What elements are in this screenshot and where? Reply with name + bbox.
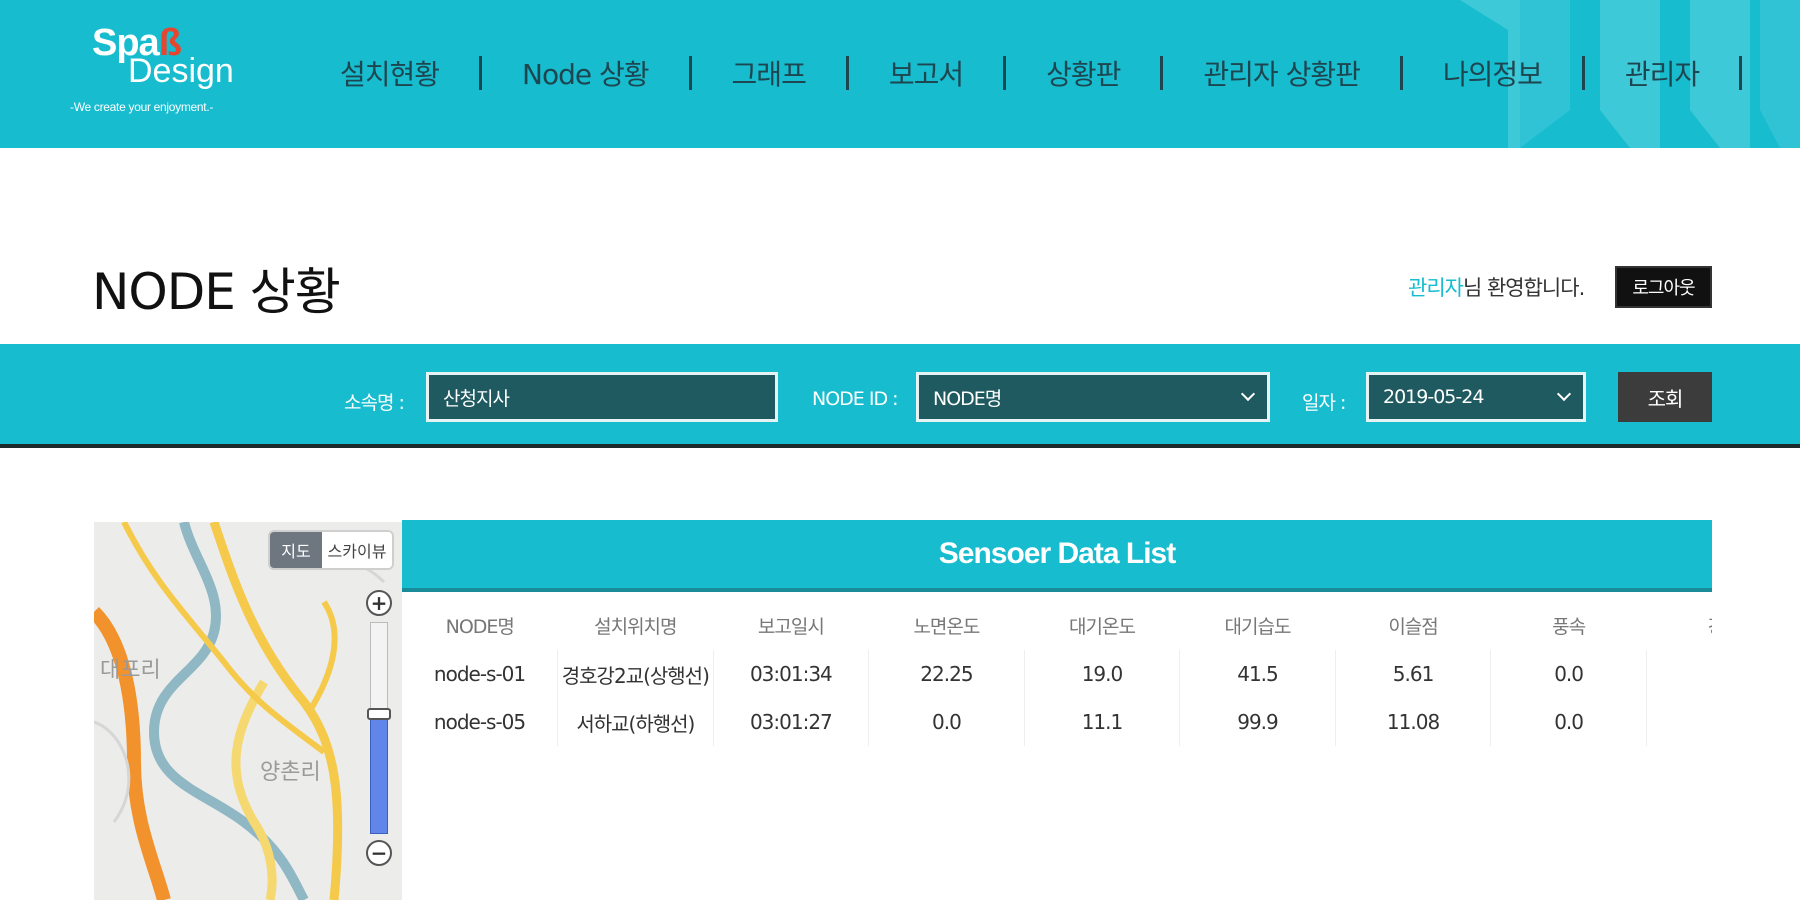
map-type-toggle: 지도 스카이뷰 — [268, 530, 394, 570]
node-id-select[interactable]: NODE명 — [916, 372, 1270, 422]
logo-tagline: -We create your enjoyment.- — [70, 100, 214, 114]
search-filter-bar: 소속명 : 산청지사 NODE ID : NODE명 일자 : 2019-05-… — [0, 344, 1800, 448]
column-header: 대기온도 — [1069, 615, 1136, 638]
welcome-message: 관리자님 환영합니다. — [1408, 276, 1585, 300]
sensor-data-table: NODE명 설치위치명 보고일시 노면온도 대기온도 대기습도 이슬점 풍속 강… — [402, 600, 1712, 746]
map-place-label: 양촌리 — [260, 760, 321, 785]
logo[interactable]: Spaß Design -We create your enjoyment.- — [70, 20, 250, 130]
column-header: 강우 — [1646, 600, 1712, 650]
chevron-down-icon — [1240, 386, 1256, 402]
table-cell: node-s-01 — [433, 662, 526, 686]
table-cell: 0.0 — [868, 698, 1025, 746]
nav-item-install-status[interactable]: 설치현황 — [300, 53, 479, 93]
sensor-data-list-title: Sensoer Data List — [402, 520, 1712, 592]
zoom-in-button[interactable]: + — [366, 590, 392, 616]
table-cell: 0.0 — [1490, 698, 1647, 746]
table-cell: 03:01:27 — [712, 698, 869, 746]
nav-item-admin-dashboard[interactable]: 관리자 상황판 — [1163, 53, 1399, 93]
main-menu: 설치현황 Node 상황 그래프 보고서 상황판 관리자 상황판 나의정보 관리… — [300, 48, 1743, 98]
zoom-slider-fill — [370, 716, 388, 834]
table-cell: 22.25 — [868, 650, 1025, 698]
org-label: 소속명 : — [344, 392, 405, 414]
table-cell: 19.0 — [1023, 650, 1180, 698]
sensor-data-list: Sensoer Data List NODE명 설치위치명 보고일시 노면온도 … — [402, 520, 1712, 900]
table-cell: 0 — [1645, 650, 1712, 698]
table-cell: 5.61 — [1334, 650, 1491, 698]
table-row[interactable]: node-s-05 서하교(하행선) 03:01:27 0.0 11.1 99.… — [402, 698, 1712, 746]
top-navigation-bar: Spaß Design -We create your enjoyment.- … — [0, 0, 1800, 148]
date-select[interactable]: 2019-05-24 — [1366, 372, 1586, 422]
table-cell: 11.1 — [1023, 698, 1180, 746]
org-input[interactable]: 산청지사 — [426, 372, 778, 422]
zoom-out-button[interactable]: − — [366, 840, 392, 866]
column-header: 대기습도 — [1224, 615, 1292, 638]
map-type-map-button[interactable]: 지도 — [270, 532, 322, 568]
nav-item-node-status[interactable]: Node 상황 — [482, 53, 689, 93]
nav-item-report[interactable]: 보고서 — [849, 53, 1003, 93]
user-name: 관리자 — [1408, 276, 1464, 300]
page-title: NODE 상황 — [92, 263, 341, 321]
date-label: 일자 : — [1302, 392, 1346, 414]
column-header: NODE명 — [445, 615, 515, 638]
nav-item-graph[interactable]: 그래프 — [692, 53, 846, 93]
table-cell: 경호강2교(상행선) — [557, 650, 714, 698]
zoom-slider-handle[interactable] — [367, 708, 391, 720]
map-type-skyview-button[interactable]: 스카이뷰 — [322, 532, 392, 568]
table-cell: node-s-05 — [433, 710, 526, 734]
zoom-control: + − — [366, 590, 392, 870]
logo-wordmark-line2: Design — [128, 52, 234, 90]
table-cell: 03:01:34 — [712, 650, 869, 698]
column-header: 설치위치명 — [594, 615, 677, 638]
map-place-label: 대포리 — [100, 658, 161, 683]
table-row[interactable]: node-s-01 경호강2교(상행선) 03:01:34 22.25 19.0… — [402, 650, 1712, 698]
column-header: 이슬점 — [1388, 615, 1438, 638]
column-header: 풍속 — [1552, 615, 1586, 638]
table-cell: 11.08 — [1334, 698, 1491, 746]
map-view[interactable]: 대포리 양촌리 지도 스카이뷰 + − — [94, 522, 402, 900]
nav-item-admin[interactable]: 관리자 — [1585, 53, 1739, 93]
column-header: 노면온도 — [913, 615, 980, 638]
table-header-row: NODE명 설치위치명 보고일시 노면온도 대기온도 대기습도 이슬점 풍속 강… — [402, 600, 1712, 650]
table-cell: 99.9 — [1179, 698, 1336, 746]
table-cell: 0.0 — [1490, 650, 1647, 698]
table-cell: 서하교(하행선) — [557, 698, 714, 746]
nav-separator — [1739, 56, 1743, 90]
node-id-label: NODE ID : — [812, 388, 899, 410]
table-cell: 0 — [1645, 698, 1712, 746]
nav-item-dashboard[interactable]: 상황판 — [1006, 53, 1160, 93]
table-cell: 41.5 — [1179, 650, 1336, 698]
chevron-down-icon — [1556, 386, 1572, 402]
search-button[interactable]: 조회 — [1618, 372, 1712, 422]
map-roads — [94, 522, 402, 900]
logout-button[interactable]: 로그아웃 — [1615, 266, 1712, 308]
column-header: 보고일시 — [757, 615, 825, 638]
nav-item-my-info[interactable]: 나의정보 — [1403, 53, 1582, 93]
